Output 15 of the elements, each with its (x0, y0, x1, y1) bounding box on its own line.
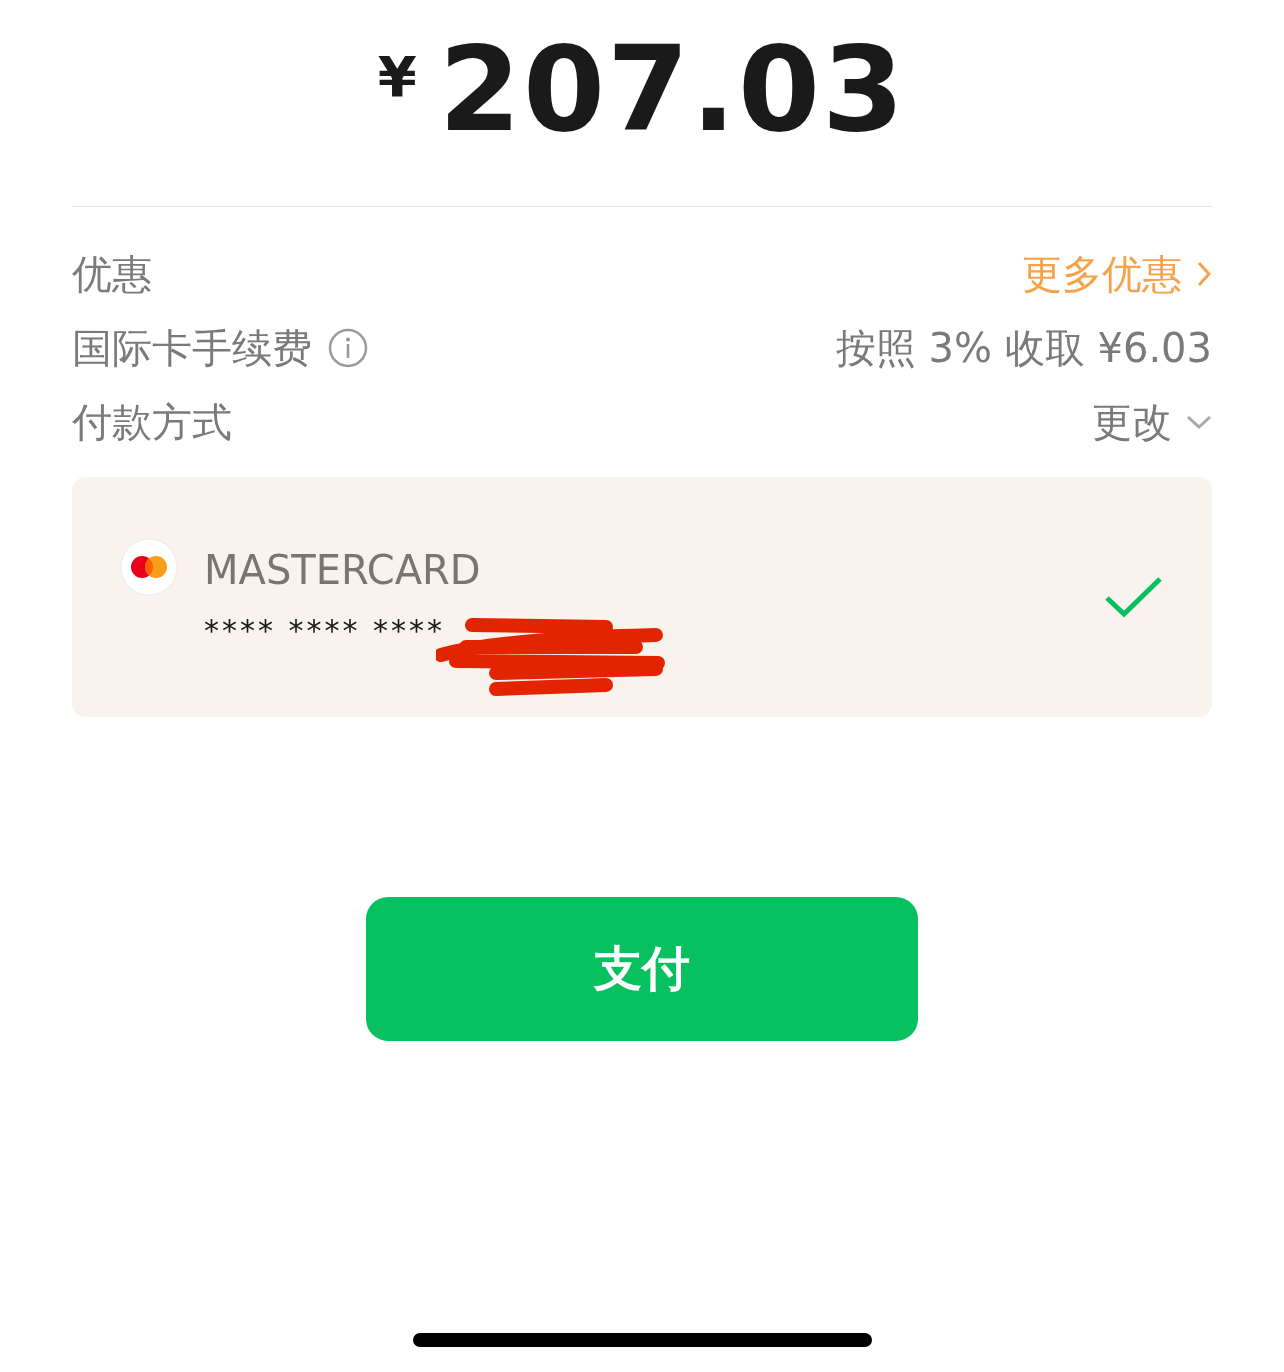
payment-amount: 207.03 (438, 30, 907, 148)
pay-button[interactable]: 支付 (366, 897, 918, 1041)
row-label: 付款方式 (72, 397, 232, 447)
row-label: 国际卡手续费 (72, 323, 312, 373)
info-icon[interactable] (328, 328, 368, 368)
change-button[interactable]: 更改 (1092, 394, 1172, 450)
row-value: 按照 3% 收取 ¥6.03 (835, 323, 1212, 373)
currency-symbol: ¥ (377, 44, 417, 109)
row-label: 优惠 (72, 249, 152, 299)
chevron-down-icon (1186, 414, 1212, 430)
card-number: **** **** **** (204, 612, 447, 648)
card-brand: MASTERCARD (204, 546, 482, 593)
card-logo-icon (120, 538, 178, 596)
payment-card[interactable]: MASTERCARD **** **** **** (72, 477, 1212, 717)
chevron-right-icon (1196, 260, 1212, 288)
